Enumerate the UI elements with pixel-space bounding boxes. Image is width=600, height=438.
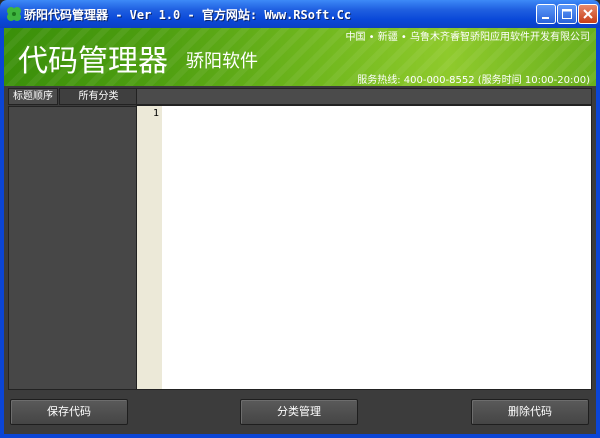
main-content: 标题顺序 所有分类 1 保存代码 分类管理 删除代码 [4, 86, 596, 434]
save-code-button[interactable]: 保存代码 [10, 399, 128, 425]
brand-name: 骄阳软件 [186, 51, 258, 72]
window-border-bottom [0, 434, 600, 438]
tab-all-categories[interactable]: 所有分类 [59, 88, 138, 105]
category-manage-button[interactable]: 分类管理 [240, 399, 358, 425]
category-list[interactable] [8, 106, 138, 390]
close-icon [583, 9, 593, 19]
minimize-button[interactable] [536, 4, 556, 24]
window-title: 骄阳代码管理器 - Ver 1.0 - 官方网站: Www.RSoft.Cc [24, 8, 352, 22]
app-banner: 代码管理器 骄阳软件 中国 • 新疆 • 乌鲁木齐睿智骄阳应用软件开发有限公司 … [4, 28, 596, 86]
editor-header [136, 88, 592, 105]
service-hotline: 服务热线: 400-000-8552 (服务时间 10:00-20:00) [357, 75, 590, 86]
app-window: 骄阳代码管理器 - Ver 1.0 - 官方网站: Www.RSoft.Cc 代… [0, 0, 600, 438]
close-button[interactable] [578, 4, 598, 24]
company-name: 中国 • 新疆 • 乌鲁木齐睿智骄阳应用软件开发有限公司 [345, 32, 590, 43]
line-number: 1 [152, 108, 159, 119]
title-bar[interactable]: 骄阳代码管理器 - Ver 1.0 - 官方网站: Www.RSoft.Cc [0, 0, 600, 28]
window-border-left [0, 28, 4, 438]
maximize-button[interactable] [557, 4, 577, 24]
app-name: 代码管理器 [18, 44, 168, 79]
tab-title-order[interactable]: 标题顺序 [8, 88, 58, 105]
clover-icon [7, 7, 21, 21]
line-number-gutter: 1 [137, 106, 162, 389]
delete-code-button[interactable]: 删除代码 [471, 399, 589, 425]
code-editor[interactable]: 1 [136, 105, 592, 390]
maximize-icon [562, 9, 572, 19]
window-border-right [596, 28, 600, 438]
minimize-icon [542, 17, 549, 19]
category-sidebar: 标题顺序 所有分类 [8, 88, 138, 390]
